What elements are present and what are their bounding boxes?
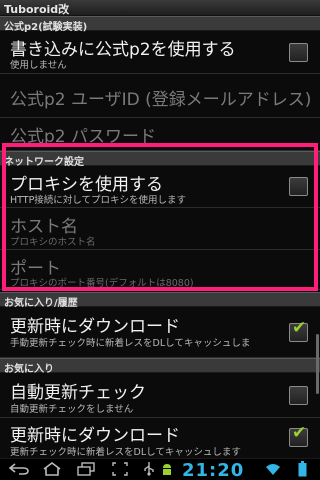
pref-p2-user-id[interactable]: 公式p2 ユーザID (登録メールアドレス) <box>0 74 320 118</box>
usb-icon <box>144 462 154 476</box>
pref-proxy-port[interactable]: ポート プロキシのポート番号(デフォルトは8080) <box>0 250 320 290</box>
pref-title: 自動更新チェック <box>10 383 146 403</box>
app-title-bar: Tuboroid改 <box>0 0 320 16</box>
pref-favorites-download[interactable]: 更新時にダウンロード 更新チェック時に新着レスをDLしてキャッシュします ✔ <box>0 418 320 458</box>
system-nav-bar: 21:20 <box>0 458 320 480</box>
home-icon[interactable] <box>42 462 62 476</box>
android-icon <box>163 464 171 475</box>
pref-summary: 手動更新チェック時に新着レスをDLしてキャッシュしま <box>10 338 251 349</box>
pref-summary: プロキシのホスト名 <box>10 237 96 248</box>
wifi-icon <box>266 464 280 475</box>
back-icon[interactable] <box>8 463 30 475</box>
scrollbar[interactable] <box>316 334 319 394</box>
pref-summary: プロキシのポート番号(デフォルトは8080) <box>10 278 194 289</box>
recent-apps-icon[interactable] <box>76 462 96 476</box>
pref-summary: HTTP接続に対してプロキシを使用します <box>10 195 187 206</box>
pref-summary: 更新チェック時に新着レスをDLしてキャッシュします <box>10 447 241 458</box>
auto-check-checkbox[interactable] <box>289 386 308 405</box>
pref-title: 公式p2 ユーザID (登録メールアドレス) <box>10 90 312 110</box>
pref-auto-update-check[interactable]: 自動更新チェック 自動更新チェックをしません <box>0 373 320 418</box>
section-header-p2: 公式p2(試験実装) <box>0 16 320 33</box>
section-header-favorites: お気に入り <box>0 358 320 375</box>
use-p2-checkbox[interactable] <box>289 43 308 62</box>
pref-summary: 自動更新チェックをしません <box>10 404 134 415</box>
battery-icon <box>298 461 307 477</box>
pref-use-proxy[interactable]: プロキシを使用する HTTP接続に対してプロキシを使用します <box>0 166 320 208</box>
app-title: Tuboroid改 <box>4 3 70 16</box>
favorites-download-checkbox[interactable]: ✔ <box>289 423 308 447</box>
section-header-network: ネットワーク設定 <box>0 151 320 168</box>
pref-proxy-host[interactable]: ホスト名 プロキシのホスト名 <box>0 208 320 250</box>
history-download-checkbox[interactable]: ✔ <box>289 318 308 342</box>
pref-title: 更新時にダウンロード <box>10 317 180 337</box>
pref-summary: 使用しません <box>10 60 67 71</box>
pref-title: 公式p2 パスワード <box>10 127 157 147</box>
pref-use-p2[interactable]: 書き込みに公式p2を使用する 使用しません <box>0 31 320 74</box>
pref-p2-password[interactable]: 公式p2 パスワード <box>0 118 320 151</box>
pref-history-download[interactable]: 更新時にダウンロード 手動更新チェック時に新着レスをDLしてキャッシュしま ✔ <box>0 307 320 358</box>
preferences-screen[interactable]: 公式p2(試験実装) 書き込みに公式p2を使用する 使用しません 公式p2 ユー… <box>0 16 320 458</box>
section-header-favorites-history: お気に入り/履歴 <box>0 292 320 309</box>
checkmark-icon: ✔ <box>292 423 307 443</box>
screenshot-icon[interactable] <box>112 462 128 476</box>
status-time: 21:20 <box>182 460 245 480</box>
pref-title: 更新時にダウンロード <box>10 426 180 446</box>
use-proxy-checkbox[interactable] <box>289 177 308 196</box>
checkmark-icon: ✔ <box>292 318 307 338</box>
